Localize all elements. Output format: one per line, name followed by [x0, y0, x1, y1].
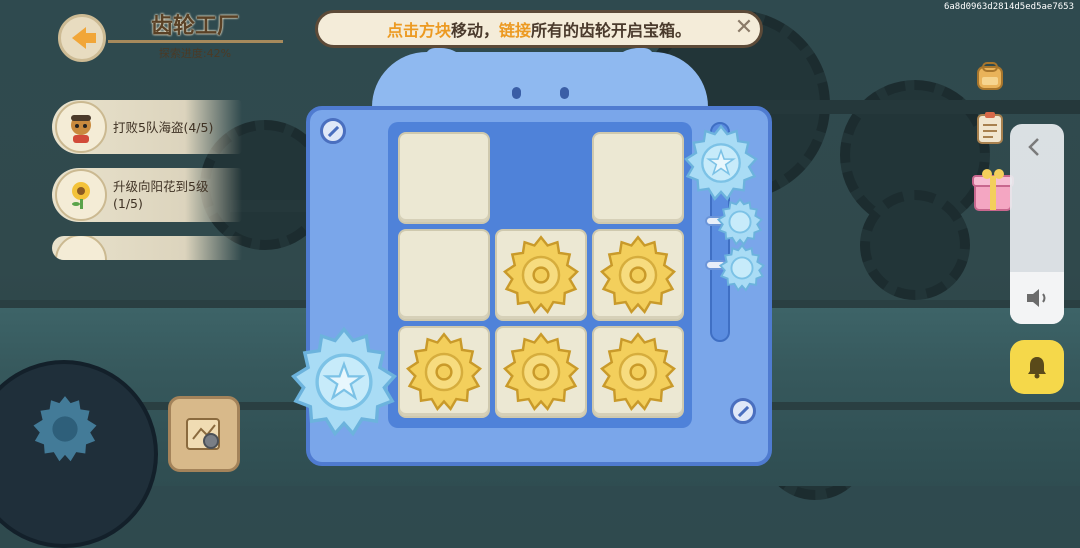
puzzle-tile-gear[interactable]	[592, 326, 684, 418]
small-ice-gear-icon	[718, 244, 766, 292]
page-title: 齿轮工厂	[150, 14, 239, 39]
minimap-gear-icon	[33, 396, 97, 462]
screw-icon	[320, 118, 346, 144]
task-item[interactable]: 升级向阳花到5级(1/5)	[52, 168, 242, 222]
sunflower-icon	[55, 169, 107, 221]
plant-icon	[55, 236, 107, 260]
goal-ice-gear-icon	[684, 124, 758, 201]
bell-icon	[1028, 357, 1046, 379]
gold-gear-icon	[599, 235, 677, 314]
puzzle-tile-empty[interactable]	[398, 229, 490, 321]
gold-gear-icon	[405, 332, 483, 411]
puzzle-tile-gear[interactable]	[495, 229, 587, 321]
sound-button[interactable]	[1010, 272, 1064, 324]
banner-highlight: 点击方块	[386, 21, 451, 40]
title-divider	[108, 40, 283, 43]
background-pipe	[760, 100, 1080, 114]
start-ice-gear-icon	[291, 326, 397, 437]
banner-highlight: 链接	[499, 21, 532, 40]
pirate-avatar-icon	[55, 101, 107, 153]
gold-gear-icon	[599, 332, 677, 411]
speaker-icon	[1027, 289, 1046, 307]
puzzle-tile-gear[interactable]	[398, 326, 490, 418]
task-item[interactable]	[52, 236, 242, 260]
back-button[interactable]	[58, 14, 106, 62]
task-label: 升级向阳花到5级(1/5)	[113, 179, 209, 211]
exploration-progress: 探索进度:42%	[158, 47, 232, 60]
map-button[interactable]	[168, 396, 240, 472]
task-item[interactable]: 打败5队海盗(4/5)	[52, 100, 242, 154]
gold-gear-icon	[502, 235, 580, 314]
task-label: 打败5队海盗(4/5)	[113, 119, 214, 135]
banner-text: 所有的齿轮开启宝箱。	[531, 21, 692, 40]
box-eye	[560, 87, 569, 99]
puzzle-tile-gear[interactable]	[495, 326, 587, 418]
background-gear	[860, 190, 970, 300]
chevron-left-icon[interactable]	[1026, 136, 1042, 164]
image-id-label: 6a8d0963d2814d5ed5ae7653	[943, 2, 1074, 12]
instruction-banner: 点击方块 移动， 链接 所有的齿轮开启宝箱。	[315, 10, 763, 48]
gold-gear-icon	[502, 332, 580, 411]
backpack-icon[interactable]	[970, 56, 1010, 96]
map-icon	[186, 418, 220, 450]
background-pipe	[230, 200, 310, 212]
small-ice-gear-icon	[716, 198, 764, 246]
back-arrow-icon	[72, 27, 96, 49]
screw-icon	[730, 398, 756, 424]
puzzle-tile-gear[interactable]	[592, 229, 684, 321]
puzzle-tile-empty[interactable]	[592, 132, 684, 224]
notification-button[interactable]	[1010, 340, 1064, 394]
close-icon[interactable]: ✕	[733, 17, 755, 39]
puzzle-tile-empty[interactable]	[398, 132, 490, 224]
banner-text: 移动，	[450, 21, 499, 40]
box-eye	[512, 87, 521, 99]
task-list-icon[interactable]	[970, 108, 1010, 148]
